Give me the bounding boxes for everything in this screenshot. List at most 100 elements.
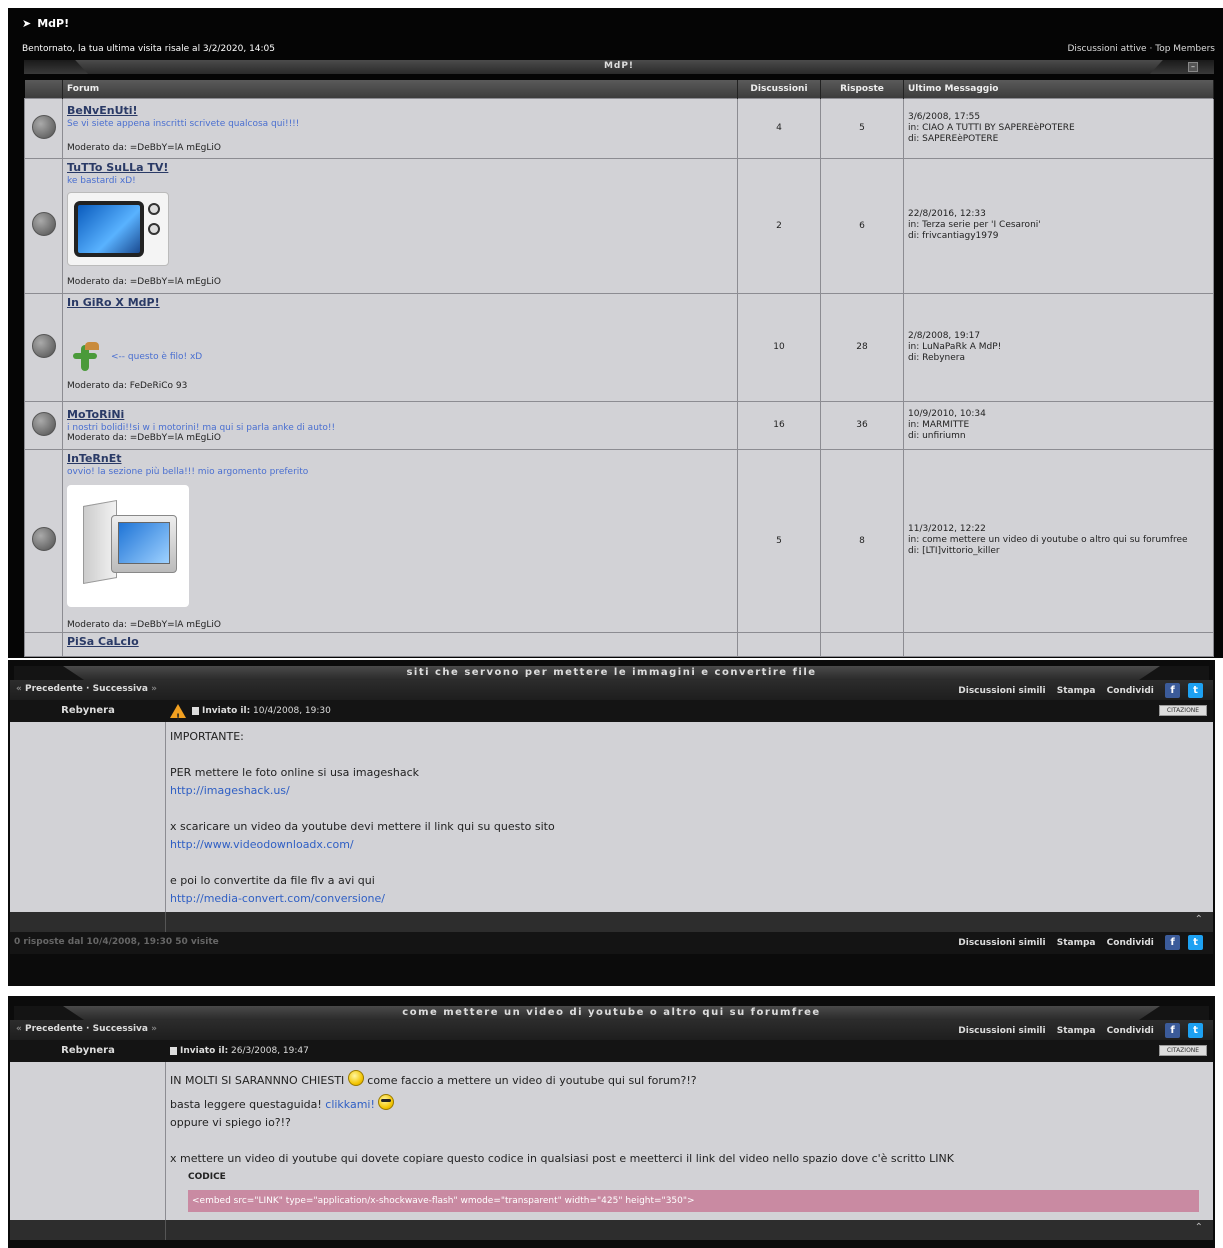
last-author[interactable]: di: [LTI]vittorio_killer (908, 546, 1209, 557)
share-link[interactable]: Condividi (1107, 686, 1154, 696)
post-footer: ⌃ (10, 912, 1213, 932)
last-topic[interactable]: in: LuNaPaRk A MdP! (908, 342, 1209, 353)
last-author[interactable]: di: unfiriumn (908, 431, 1209, 442)
links-separator: · (1149, 44, 1153, 54)
post-line: e poi lo convertite da file flv a avi qu… (170, 874, 375, 887)
facebook-icon[interactable]: f (1165, 683, 1180, 698)
active-discussions-link[interactable]: Discussioni attive (1067, 44, 1146, 54)
forum-row: PiSa CaLcIo (24, 631, 1214, 657)
forum-description: ke bastardi xD! (67, 175, 136, 186)
last-date: 11/3/2012, 12:22 (908, 524, 986, 534)
similar-link[interactable]: Discussioni simili (958, 686, 1045, 696)
guide-link[interactable]: clikkami! (325, 1098, 375, 1111)
post-author[interactable]: Rebynera (10, 1040, 166, 1062)
discussion-count: 16 (737, 400, 821, 450)
post-author[interactable]: Rebynera (10, 700, 166, 722)
forum-link[interactable]: PiSa CaLcIo (67, 635, 733, 648)
forum-moderator[interactable]: Moderato da: FeDeRiCo 93 (67, 381, 733, 391)
top-members-link[interactable]: Top Members (1155, 44, 1215, 54)
last-topic[interactable]: in: CIAO A TUTTI BY SAPEREèPOTERE (908, 123, 1209, 134)
similar-link[interactable]: Discussioni simili (958, 1026, 1045, 1036)
post-header: Rebynera Inviato il: 10/4/2008, 19:30 CI… (10, 700, 1213, 729)
next-link[interactable]: Successiva (93, 1024, 148, 1034)
post-line: x mettere un video di youtube qui dovete… (170, 1152, 954, 1165)
brand[interactable]: ➤ MdP! (22, 17, 69, 30)
prev-link[interactable]: Precedente (25, 684, 83, 694)
last-author[interactable]: di: SAPEREèPOTERE (908, 134, 1209, 145)
forum-category-bar: MdP! – (24, 60, 1214, 74)
share-link[interactable]: Condividi (1107, 938, 1154, 948)
scroll-top-icon[interactable]: ⌃ (1195, 914, 1203, 925)
twitter-icon[interactable]: t (1188, 935, 1203, 950)
last-message: 2/8/2008, 19:17 in: LuNaPaRk A MdP! di: … (903, 292, 1214, 402)
sent-date: 10/4/2008, 19:30 (253, 706, 331, 716)
post-line: IN MOLTI SI SARANNNO CHIESTI (170, 1074, 345, 1087)
share-link[interactable]: Condividi (1107, 1026, 1154, 1036)
forum-link[interactable]: InTeRnEt (67, 452, 733, 465)
post-footer: ⌃ (10, 1220, 1213, 1240)
facebook-icon[interactable]: f (1165, 935, 1180, 950)
prev-link[interactable]: Precedente (25, 1024, 83, 1034)
print-link[interactable]: Stampa (1057, 686, 1096, 696)
quote-button[interactable]: CITAZIONE (1159, 1045, 1207, 1056)
header-icon-col (24, 80, 63, 98)
last-topic[interactable]: in: Terza serie per 'I Cesaroni' (908, 220, 1209, 231)
facebook-icon[interactable]: f (1165, 1023, 1180, 1038)
twitter-icon[interactable]: t (1188, 1023, 1203, 1038)
twitter-icon[interactable]: t (1188, 683, 1203, 698)
print-link[interactable]: Stampa (1057, 938, 1096, 948)
next-link[interactable]: Successiva (93, 684, 148, 694)
post-link[interactable]: http://www.videodownloadx.com/ (170, 836, 1209, 854)
welcome-text: Bentornato, la tua ultima visita risale … (22, 44, 276, 54)
topic-title: come mettere un video di youtube o altro… (402, 1007, 821, 1018)
code-block[interactable]: <embed src="LINK" type="application/x-sh… (188, 1190, 1199, 1212)
tv-image (67, 191, 169, 266)
forum-status-icon (31, 411, 56, 436)
quote-button[interactable]: CITAZIONE (1159, 705, 1207, 716)
forum-link[interactable]: MoToRiNi (67, 408, 733, 421)
similar-link[interactable]: Discussioni simili (958, 938, 1045, 948)
topic-block-2: come mettere un video di youtube o altro… (8, 996, 1215, 1248)
forum-row: TuTTo SuLLa TV! ke bastardi xD! Moderato… (24, 157, 1214, 294)
post-body: IMPORTANTE: PER mettere le foto online s… (10, 722, 1213, 912)
last-topic[interactable]: in: MARMITTE (908, 420, 1209, 431)
forum-moderator[interactable]: Moderato da: =DeBbY=lA mEgLiO (67, 143, 733, 153)
last-message: 22/8/2016, 12:33 in: Terza serie per 'I … (903, 157, 1214, 294)
last-author[interactable]: di: Rebynera (908, 353, 1209, 364)
discussion-count: 5 (737, 448, 821, 633)
reply-count: 28 (820, 292, 904, 402)
post-line: IMPORTANTE: (170, 730, 244, 743)
scroll-top-icon[interactable]: ⌃ (1195, 1222, 1203, 1233)
discussion-count: 2 (737, 157, 821, 294)
post-line: come faccio a mettere un video di youtub… (367, 1074, 697, 1087)
topic-stats: 0 risposte dal 10/4/2008, 19:30 50 visit… (14, 937, 219, 947)
header-replies: Risposte (820, 80, 904, 98)
forum-moderator[interactable]: Moderato da: =DeBbY=lA mEgLiO (67, 620, 733, 630)
last-message: 11/3/2012, 12:22 in: come mettere un vid… (903, 448, 1214, 633)
collapse-icon[interactable]: – (1188, 62, 1198, 72)
last-message: 10/9/2010, 10:34 in: MARMITTE di: unfiri… (903, 400, 1214, 450)
last-topic[interactable]: in: come mettere un video di youtube o a… (908, 535, 1209, 546)
last-date: 3/6/2008, 17:55 (908, 111, 981, 122)
arrow-icon: ➤ (22, 17, 32, 30)
forum-link[interactable]: TuTTo SuLLa TV! (67, 161, 733, 174)
post-line: oppure vi spiego io?!? (170, 1116, 291, 1129)
print-link[interactable]: Stampa (1057, 1026, 1096, 1036)
forum-moderator[interactable]: Moderato da: =DeBbY=lA mEgLiO (67, 433, 733, 443)
post-line: x scaricare un video da youtube devi met… (170, 820, 555, 833)
reply-count: 5 (820, 97, 904, 159)
topic-nav: « Precedente · Successiva » Discussioni … (10, 1020, 1213, 1040)
post-line: PER mettere le foto online si usa images… (170, 766, 420, 779)
document-icon (170, 1046, 177, 1055)
top-links: Discussioni attive · Top Members (1067, 44, 1215, 54)
forum-link[interactable]: In GiRo X MdP! (67, 296, 733, 309)
post-link[interactable]: http://media-convert.com/conversione/ (170, 890, 1209, 908)
forum-moderator[interactable]: Moderato da: =DeBbY=lA mEgLiO (67, 277, 733, 287)
topic-nav: « Precedente · Successiva » Discussioni … (10, 680, 1213, 700)
topic-stats-bar: 0 risposte dal 10/4/2008, 19:30 50 visit… (10, 932, 1213, 954)
post-link[interactable]: http://imageshack.us/ (170, 782, 1209, 800)
last-date: 2/8/2008, 19:17 (908, 330, 981, 341)
last-author[interactable]: di: frivcantiagy1979 (908, 231, 1209, 242)
forum-row: In GiRo X MdP! <-- questo è filo! xD Mod… (24, 292, 1214, 402)
forum-link[interactable]: BeNvEnUti! (67, 104, 733, 117)
